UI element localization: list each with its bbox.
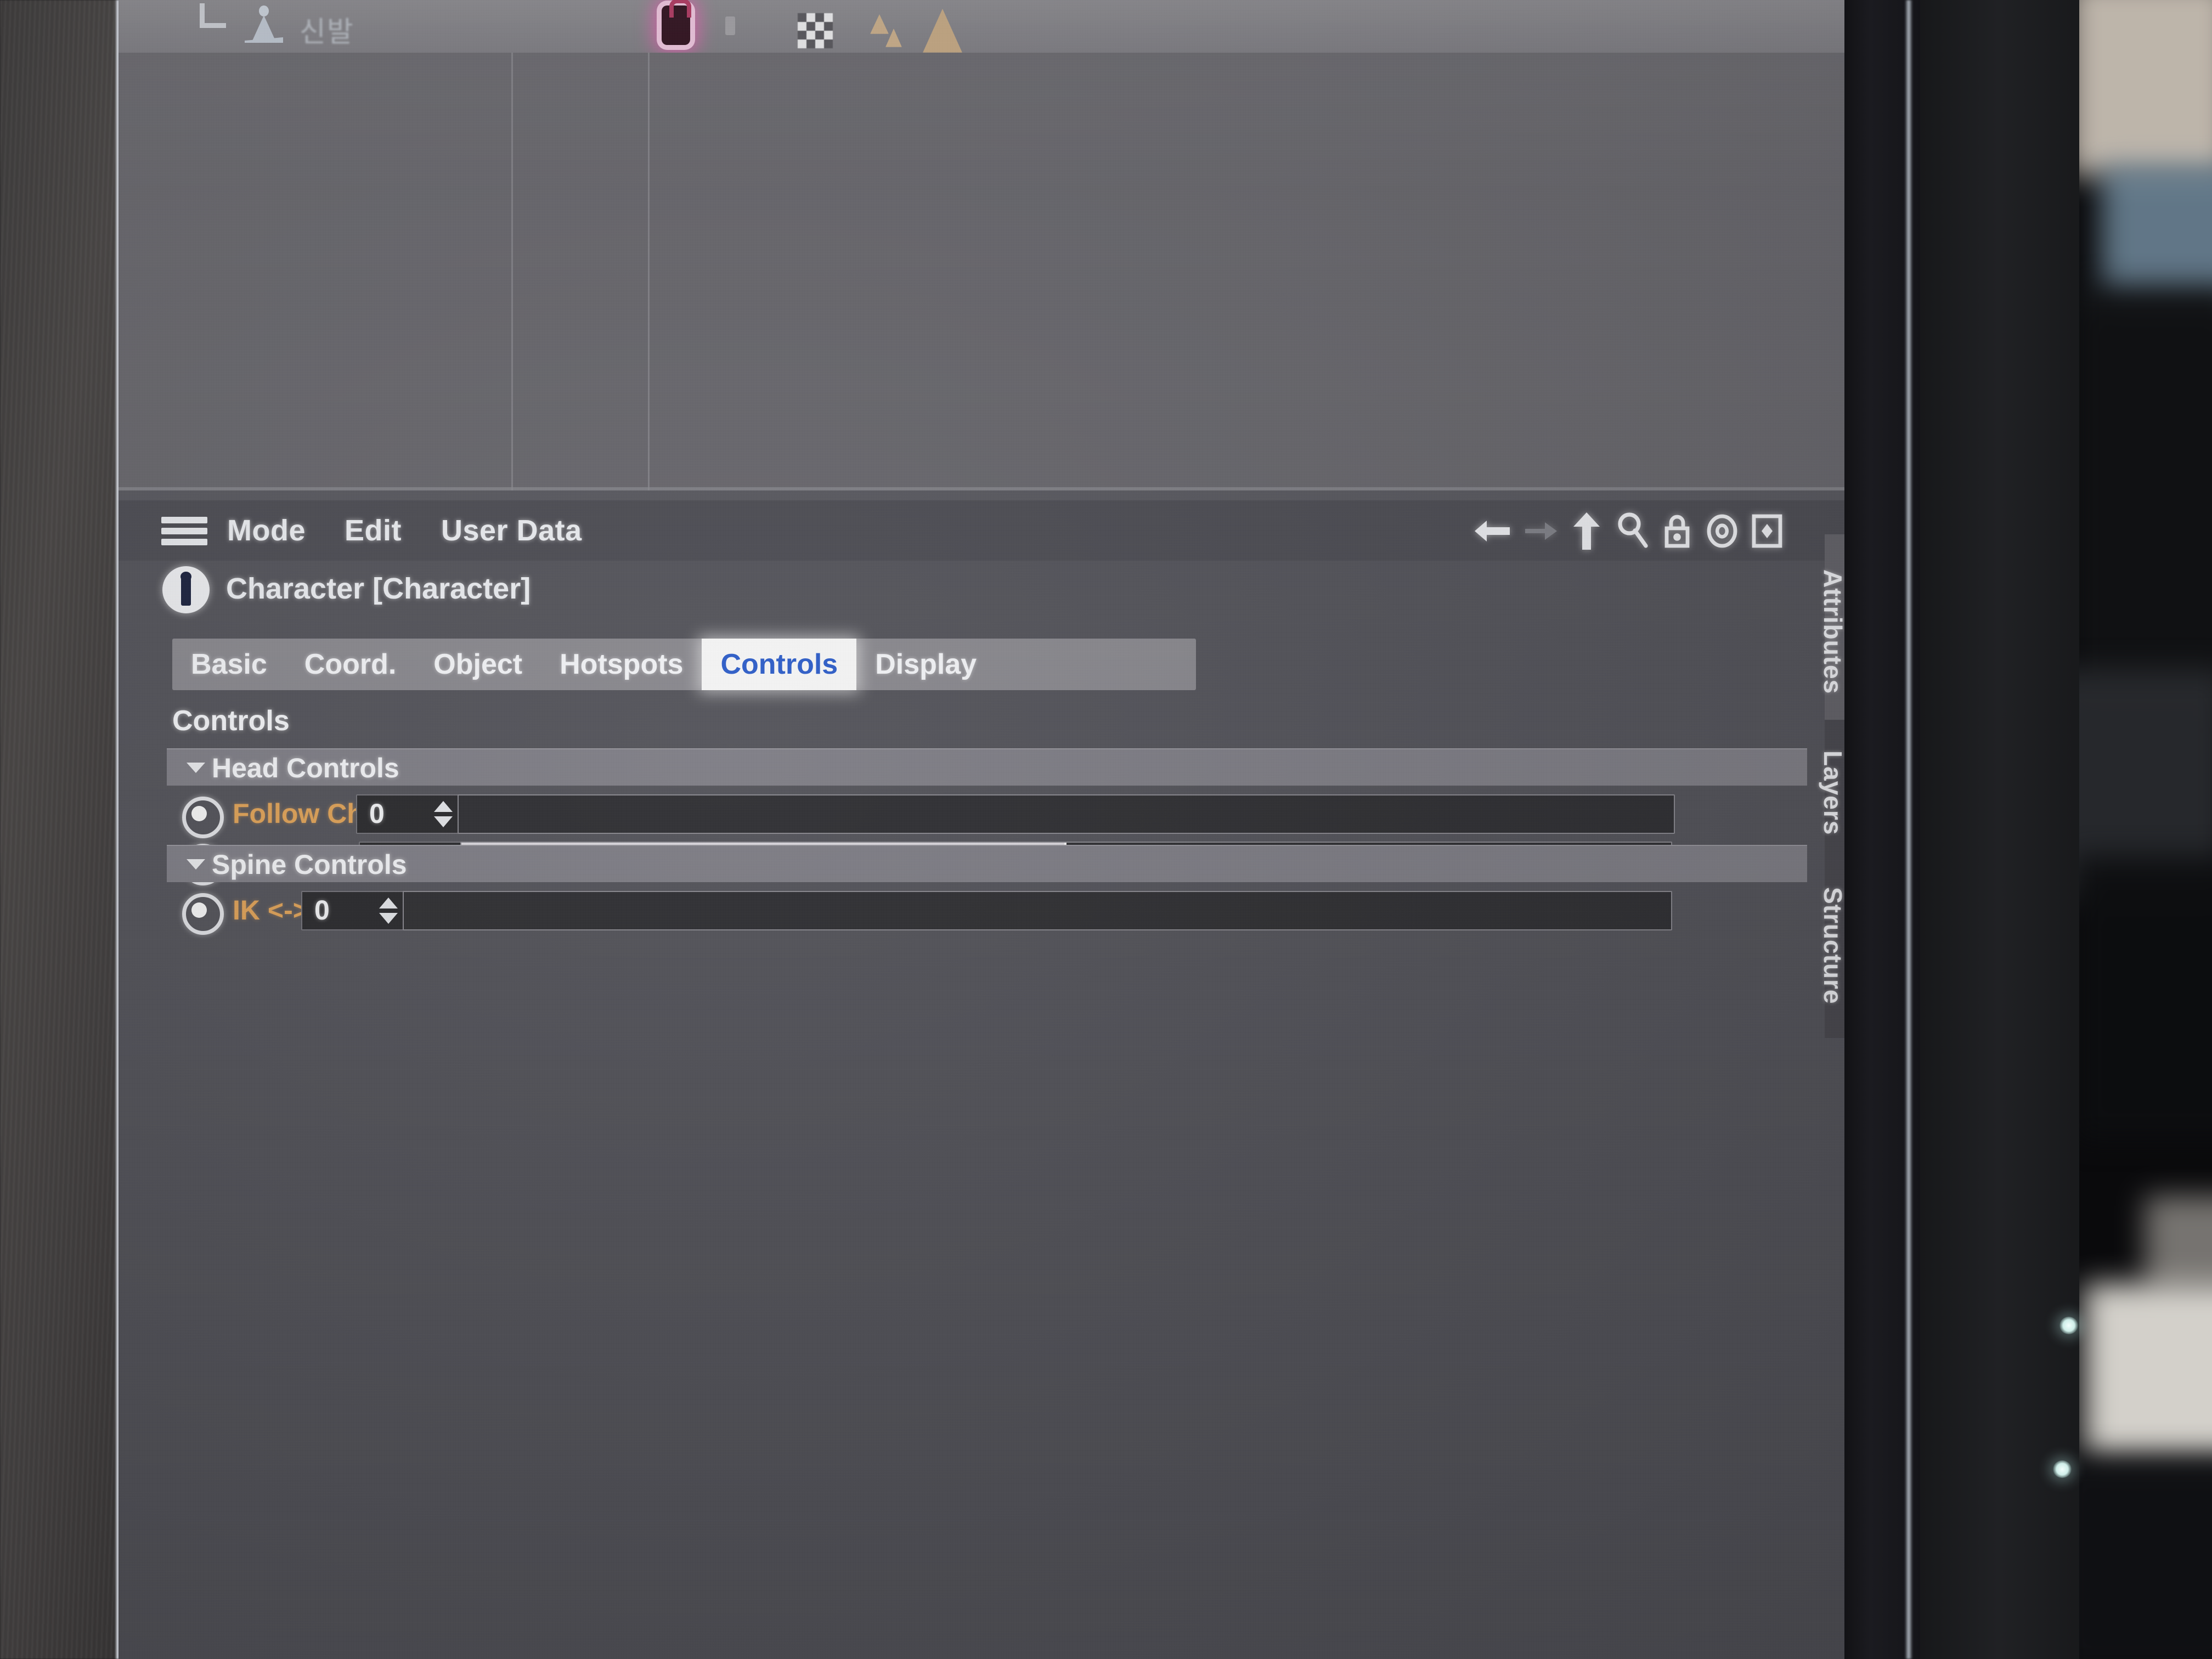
- menu-item-edit[interactable]: Edit: [345, 514, 402, 548]
- column-divider[interactable]: [511, 53, 513, 490]
- radio-ik-fk[interactable]: [182, 893, 224, 935]
- panel-divider: [119, 487, 1848, 490]
- status-led: [2059, 1317, 2078, 1334]
- spinner-icon[interactable]: [434, 801, 453, 827]
- target-icon[interactable]: [1705, 513, 1739, 549]
- number-field-follow-chest[interactable]: 0: [356, 794, 462, 834]
- row-follow-chest: Follow Chest . . . 0: [167, 790, 1813, 838]
- chevron-down-icon[interactable]: [187, 859, 205, 870]
- section-title: Controls: [172, 705, 290, 737]
- number-field-ik-fk[interactable]: 0: [301, 891, 408, 930]
- status-led: [2053, 1460, 2072, 1478]
- column-divider[interactable]: [648, 53, 650, 490]
- field-value: 0: [369, 798, 385, 829]
- tab-coord[interactable]: Coord.: [286, 639, 415, 690]
- group-title: Spine Controls: [212, 849, 407, 880]
- tab-controls[interactable]: Controls: [702, 639, 857, 690]
- lock-icon[interactable]: [1661, 512, 1693, 550]
- menu-icon[interactable]: [161, 517, 207, 545]
- background-scene: [2079, 0, 2212, 1659]
- up-arrow-icon[interactable]: [1570, 510, 1603, 552]
- photograph-of-screen: 신발 Mode Edit User Data Character [Charac…: [0, 0, 2212, 1659]
- page-title: Character [Character]: [226, 572, 531, 605]
- character-figure-icon: [244, 4, 284, 48]
- menu-item-user-data[interactable]: User Data: [441, 514, 582, 548]
- pin-icon[interactable]: [1751, 513, 1783, 549]
- dot-icon[interactable]: [725, 16, 735, 35]
- field-value: 0: [314, 895, 330, 926]
- triangle-icon[interactable]: [885, 29, 902, 47]
- object-manager-row[interactable]: 신발: [119, 0, 1848, 53]
- group-spine-controls[interactable]: Spine Controls: [167, 845, 1807, 882]
- object-manager-row-label: 신발: [300, 16, 354, 48]
- attribute-tabstrip: Basic Coord. Object Hotspots Controls Di…: [172, 639, 1196, 690]
- attribute-manager-menubar: Mode Edit User Data: [119, 500, 1848, 561]
- tab-object[interactable]: Object: [415, 639, 541, 690]
- cinema4d-application: 신발 Mode Edit User Data Character [Charac…: [119, 0, 1848, 1659]
- triangle-icon[interactable]: [923, 9, 962, 53]
- lock-icon[interactable]: [662, 0, 691, 45]
- object-manager: 신발: [119, 0, 1848, 505]
- tree-branch-icon: [194, 3, 233, 38]
- attribute-manager: Mode Edit User Data Character [Character…: [119, 500, 1848, 1659]
- forward-arrow-icon[interactable]: [1525, 517, 1558, 545]
- group-title: Head Controls: [212, 753, 399, 783]
- chevron-down-icon[interactable]: [187, 763, 205, 773]
- slider-ik-fk[interactable]: [403, 891, 1672, 930]
- tab-hotspots[interactable]: Hotspots: [541, 639, 702, 690]
- character-avatar-icon: [162, 566, 210, 613]
- row-ik-fk: IK <-> FK 0: [167, 887, 1813, 935]
- desk-surface-left: [0, 0, 119, 1659]
- group-head-controls[interactable]: Head Controls: [167, 748, 1807, 786]
- triangle-icon[interactable]: [870, 14, 889, 34]
- search-icon[interactable]: [1615, 512, 1649, 550]
- menu-item-mode[interactable]: Mode: [227, 514, 306, 548]
- slider-follow-chest[interactable]: [458, 794, 1675, 834]
- back-arrow-icon[interactable]: [1471, 514, 1513, 548]
- object-manager-list[interactable]: [119, 53, 1848, 490]
- bezel-outer: [1920, 0, 2096, 1659]
- tab-display[interactable]: Display: [856, 639, 995, 690]
- spinner-icon[interactable]: [379, 898, 398, 924]
- attribute-manager-object-header: Character [Character]: [119, 560, 1848, 625]
- checker-icon[interactable]: [798, 13, 833, 48]
- tab-basic[interactable]: Basic: [172, 639, 286, 690]
- attribute-manager-toolbar: [1471, 509, 1783, 553]
- bezel-highlight: [1905, 0, 1912, 1659]
- radio-follow-chest[interactable]: [182, 797, 224, 838]
